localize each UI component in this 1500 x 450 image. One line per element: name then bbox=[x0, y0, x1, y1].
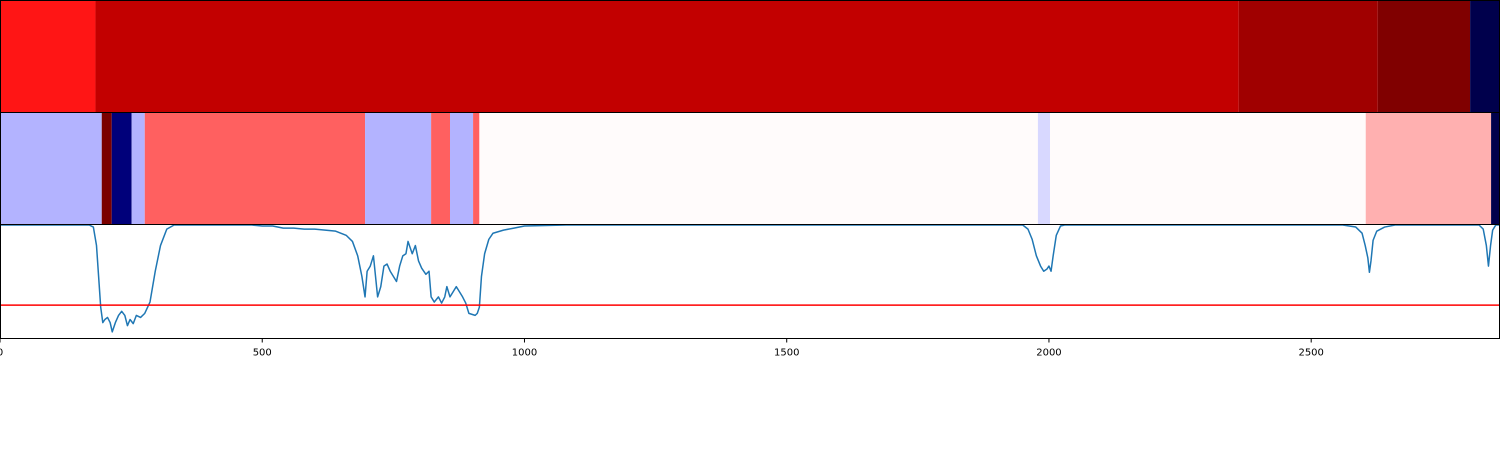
x-tick-label: 0 bbox=[0, 348, 3, 359]
heatmap-segment bbox=[450, 113, 474, 224]
heatmap-segment bbox=[365, 113, 432, 224]
heatmap-segment bbox=[479, 113, 1038, 224]
figure: 0 500 1000 1500 2000 2500 bbox=[0, 0, 1500, 450]
heatmap-segment bbox=[1491, 113, 1500, 224]
heatmap-segment bbox=[0, 113, 102, 224]
heatmap-segment bbox=[0, 1, 96, 112]
heatmap-segment bbox=[1050, 113, 1366, 224]
heatmap-segment bbox=[101, 113, 112, 224]
heatmap-segment bbox=[131, 113, 145, 224]
x-tick-label: 1500 bbox=[774, 348, 799, 359]
heatmap-segment bbox=[144, 113, 366, 224]
heatmap-segment bbox=[1470, 1, 1500, 112]
heatmap-track-2 bbox=[0, 113, 1500, 224]
x-tick-label: 1000 bbox=[512, 348, 537, 359]
x-tick-label: 2000 bbox=[1036, 348, 1061, 359]
x-tick-label: 500 bbox=[253, 348, 272, 359]
heatmap-segment bbox=[1037, 113, 1050, 224]
heatmap-track-1 bbox=[0, 1, 1500, 112]
heatmap-segment bbox=[473, 113, 480, 224]
heatmap-segment bbox=[95, 1, 1239, 112]
heatmap-segment bbox=[111, 113, 132, 224]
heatmap-segment bbox=[1377, 1, 1471, 112]
x-tick-label: 2500 bbox=[1298, 348, 1323, 359]
heatmap-segment bbox=[1365, 113, 1492, 224]
heatmap-segment bbox=[431, 113, 450, 224]
heatmap-segment bbox=[1238, 1, 1378, 112]
